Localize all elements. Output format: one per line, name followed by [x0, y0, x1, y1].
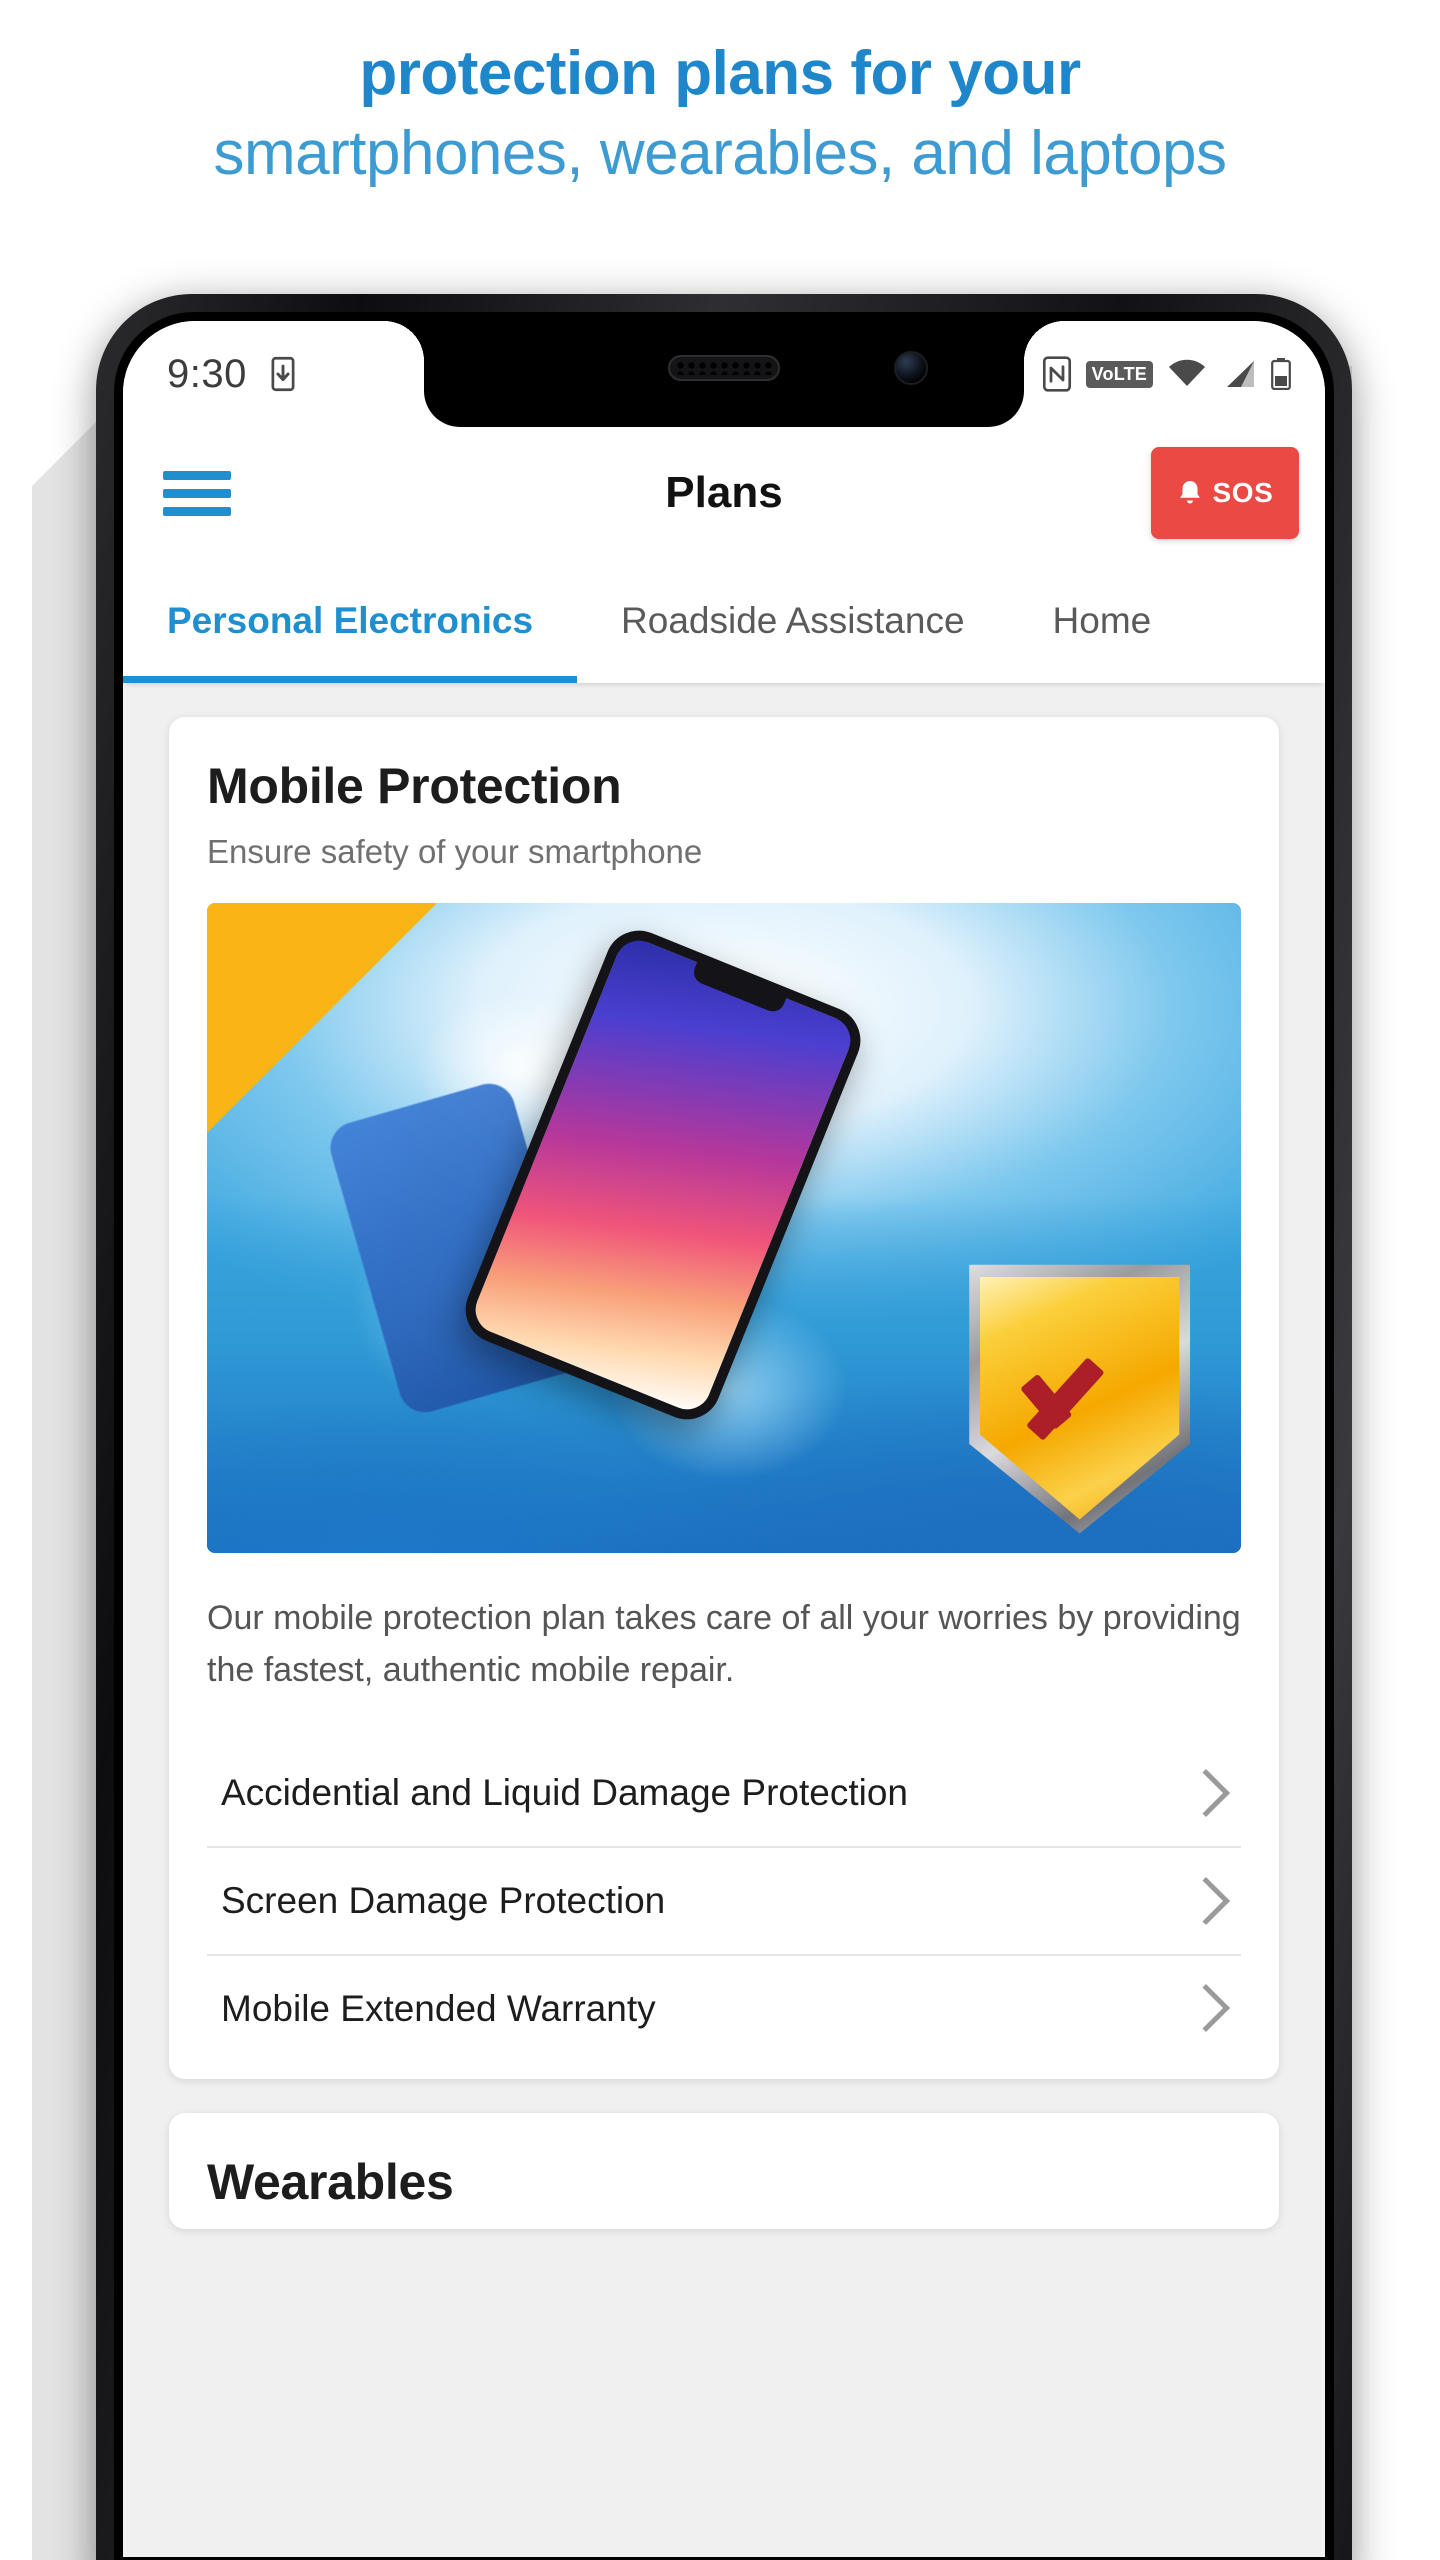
sos-button[interactable]: SOS [1151, 447, 1299, 539]
battery-icon [1271, 358, 1291, 390]
nfc-icon [1042, 356, 1071, 392]
tab-label: Personal Electronics [167, 600, 534, 641]
tab-personal-electronics[interactable]: Personal Electronics [123, 559, 578, 683]
promo-headline-line-2: smartphones, wearables, and laptops [213, 118, 1227, 188]
status-bar-left: 9:30 [167, 352, 297, 397]
promo-header: protection plans for your smartphones, w… [0, 0, 1440, 195]
bell-icon [1179, 481, 1200, 504]
display-notch [384, 321, 1064, 427]
list-item[interactable]: Screen Damage Protection [207, 1848, 1241, 1956]
shield-badge-icon [960, 1254, 1200, 1534]
status-bar-right: VoLTE [1042, 356, 1291, 392]
volte-icon: VoLTE [1085, 360, 1153, 388]
list-item[interactable]: Mobile Extended Warranty [207, 1956, 1241, 2062]
plan-card-wearables[interactable]: Wearables [169, 2113, 1279, 2230]
tab-label: Roadside Assistance [621, 600, 965, 641]
tab-bar: Personal Electronics Roadside Assistance… [123, 559, 1325, 683]
notch-corner-left [384, 321, 424, 361]
notch-corner-right [1024, 321, 1064, 361]
list-item-label: Accidential and Liquid Damage Protection [221, 1772, 908, 1814]
phone-screen: 9:30 VoLTE Plans SOS Personal Electronic… [123, 321, 1325, 2557]
plan-item-list: Accidential and Liquid Damage Protection… [207, 1740, 1241, 2061]
hamburger-menu-icon[interactable] [163, 462, 231, 525]
list-item-label: Screen Damage Protection [221, 1879, 666, 1921]
promo-headline-line-1: protection plans for your [359, 39, 1081, 108]
phone-download-icon [271, 356, 295, 392]
tab-roadside-assistance[interactable]: Roadside Assistance [577, 559, 1008, 683]
earpiece-speaker-icon [668, 355, 780, 381]
card-title: Wearables [207, 2154, 454, 2211]
mobile-protection-hero-image [207, 903, 1241, 1553]
card-title: Mobile Protection [207, 758, 622, 814]
front-camera-icon [894, 351, 928, 385]
card-subtitle: Ensure safety of your smartphone [207, 833, 703, 870]
status-bar-clock: 9:30 [167, 351, 247, 396]
checkmark-icon [1010, 1343, 1150, 1456]
app-bar: Plans SOS [123, 427, 1325, 559]
chevron-right-icon [1181, 1876, 1231, 1925]
sos-button-label: SOS [1212, 477, 1274, 508]
list-item[interactable]: Accidential and Liquid Damage Protection [207, 1740, 1241, 1848]
chevron-right-icon [1181, 1984, 1231, 2033]
wifi-icon [1169, 359, 1205, 386]
page-title: Plans [665, 468, 783, 517]
signal-icon [1227, 361, 1254, 387]
phone-mockup-stage: 9:30 VoLTE Plans SOS Personal Electronic… [0, 246, 1440, 2560]
plan-card-mobile-protection[interactable]: Mobile Protection Ensure safety of your … [169, 717, 1279, 2080]
tab-home[interactable]: Home [1009, 559, 1196, 683]
chevron-right-icon [1181, 1769, 1231, 1818]
list-item-label: Mobile Extended Warranty [221, 1987, 656, 2029]
phone-bezel: 9:30 VoLTE Plans SOS Personal Electronic… [114, 312, 1334, 2560]
card-description: Our mobile protection plan takes care of… [207, 1599, 1241, 1689]
phone-device-frame: 9:30 VoLTE Plans SOS Personal Electronic… [96, 294, 1352, 2560]
content-scroll-area[interactable]: Mobile Protection Ensure safety of your … [123, 683, 1325, 2557]
tab-label: Home [1052, 600, 1152, 641]
